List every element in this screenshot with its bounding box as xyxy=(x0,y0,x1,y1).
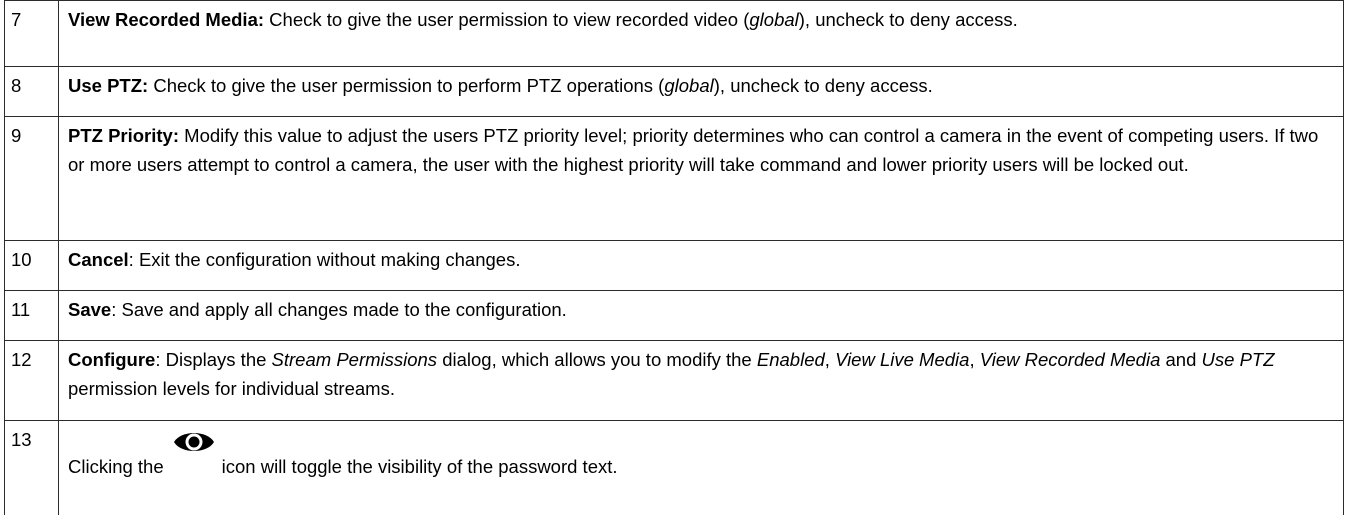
table-row: 11 Save: Save and apply all changes made… xyxy=(4,290,1344,341)
row-text: permission levels for individual streams… xyxy=(68,378,395,399)
table-row: 13 Clicking the icon will toggle the visi… xyxy=(4,420,1344,515)
row-text: Clicking the xyxy=(68,456,164,477)
row-text: dialog, which allows you to modify the xyxy=(437,349,757,370)
row-text: and xyxy=(1160,349,1202,370)
eye-icon xyxy=(172,427,216,457)
row-description: Cancel: Exit the configuration without m… xyxy=(58,240,1344,291)
row-description: PTZ Priority: Modify this value to adjus… xyxy=(58,116,1344,241)
row-italic: global xyxy=(664,75,714,96)
row-number: 12 xyxy=(4,340,59,421)
row-description: View Recorded Media: Check to give the u… xyxy=(58,0,1344,67)
row-italic: View Live Media xyxy=(835,349,970,370)
row-number: 9 xyxy=(4,116,59,241)
row-description: Configure: Displays the Stream Permissio… xyxy=(58,340,1344,421)
row-title: View Recorded Media: xyxy=(68,9,265,30)
table-row: 12 Configure: Displays the Stream Permis… xyxy=(4,340,1344,421)
row-text: Modify this value to adjust the users PT… xyxy=(68,125,1319,175)
row-title: Save xyxy=(68,299,112,320)
row-text: Check to give the user permission to per… xyxy=(148,75,665,96)
row-italic: Stream Permissions xyxy=(271,349,438,370)
row-description: Clicking the icon will toggle the visibil… xyxy=(58,420,1344,515)
row-number: 10 xyxy=(4,240,59,291)
row-italic: global xyxy=(749,9,799,30)
row-title: PTZ Priority: xyxy=(68,125,180,146)
table-row: 8 Use PTZ: Check to give the user permis… xyxy=(4,66,1344,117)
row-title: Use PTZ: xyxy=(68,75,149,96)
row-text: , xyxy=(824,349,836,370)
row-description: Use PTZ: Check to give the user permissi… xyxy=(58,66,1344,117)
row-number: 7 xyxy=(4,0,59,67)
row-number: 11 xyxy=(4,290,59,341)
row-number: 8 xyxy=(4,66,59,117)
row-text: ), uncheck to deny access. xyxy=(798,9,1018,30)
row-text: icon will toggle the visibility of the p… xyxy=(221,456,618,477)
row-text: : Save and apply all changes made to the… xyxy=(111,299,567,320)
row-text: : Displays the xyxy=(155,349,272,370)
row-text: : Exit the configuration without making … xyxy=(128,249,521,270)
row-number: 13 xyxy=(4,420,59,515)
row-text: Check to give the user permission to vie… xyxy=(264,9,750,30)
eye-line: Clicking the icon will toggle the visibil… xyxy=(68,433,1335,481)
row-text: , xyxy=(969,349,980,370)
row-italic: View Recorded Media xyxy=(979,349,1161,370)
row-italic: Enabled xyxy=(756,349,825,370)
table-row: 9 PTZ Priority: Modify this value to adj… xyxy=(4,116,1344,241)
row-italic: Use PTZ xyxy=(1201,349,1275,370)
permissions-description-table: 7 View Recorded Media: Check to give the… xyxy=(4,0,1344,515)
table-row: 7 View Recorded Media: Check to give the… xyxy=(4,0,1344,67)
row-description: Save: Save and apply all changes made to… xyxy=(58,290,1344,341)
row-title: Cancel xyxy=(68,249,129,270)
table-row: 10 Cancel: Exit the configuration withou… xyxy=(4,240,1344,291)
row-text: ), uncheck to deny access. xyxy=(713,75,933,96)
row-title: Configure xyxy=(68,349,156,370)
